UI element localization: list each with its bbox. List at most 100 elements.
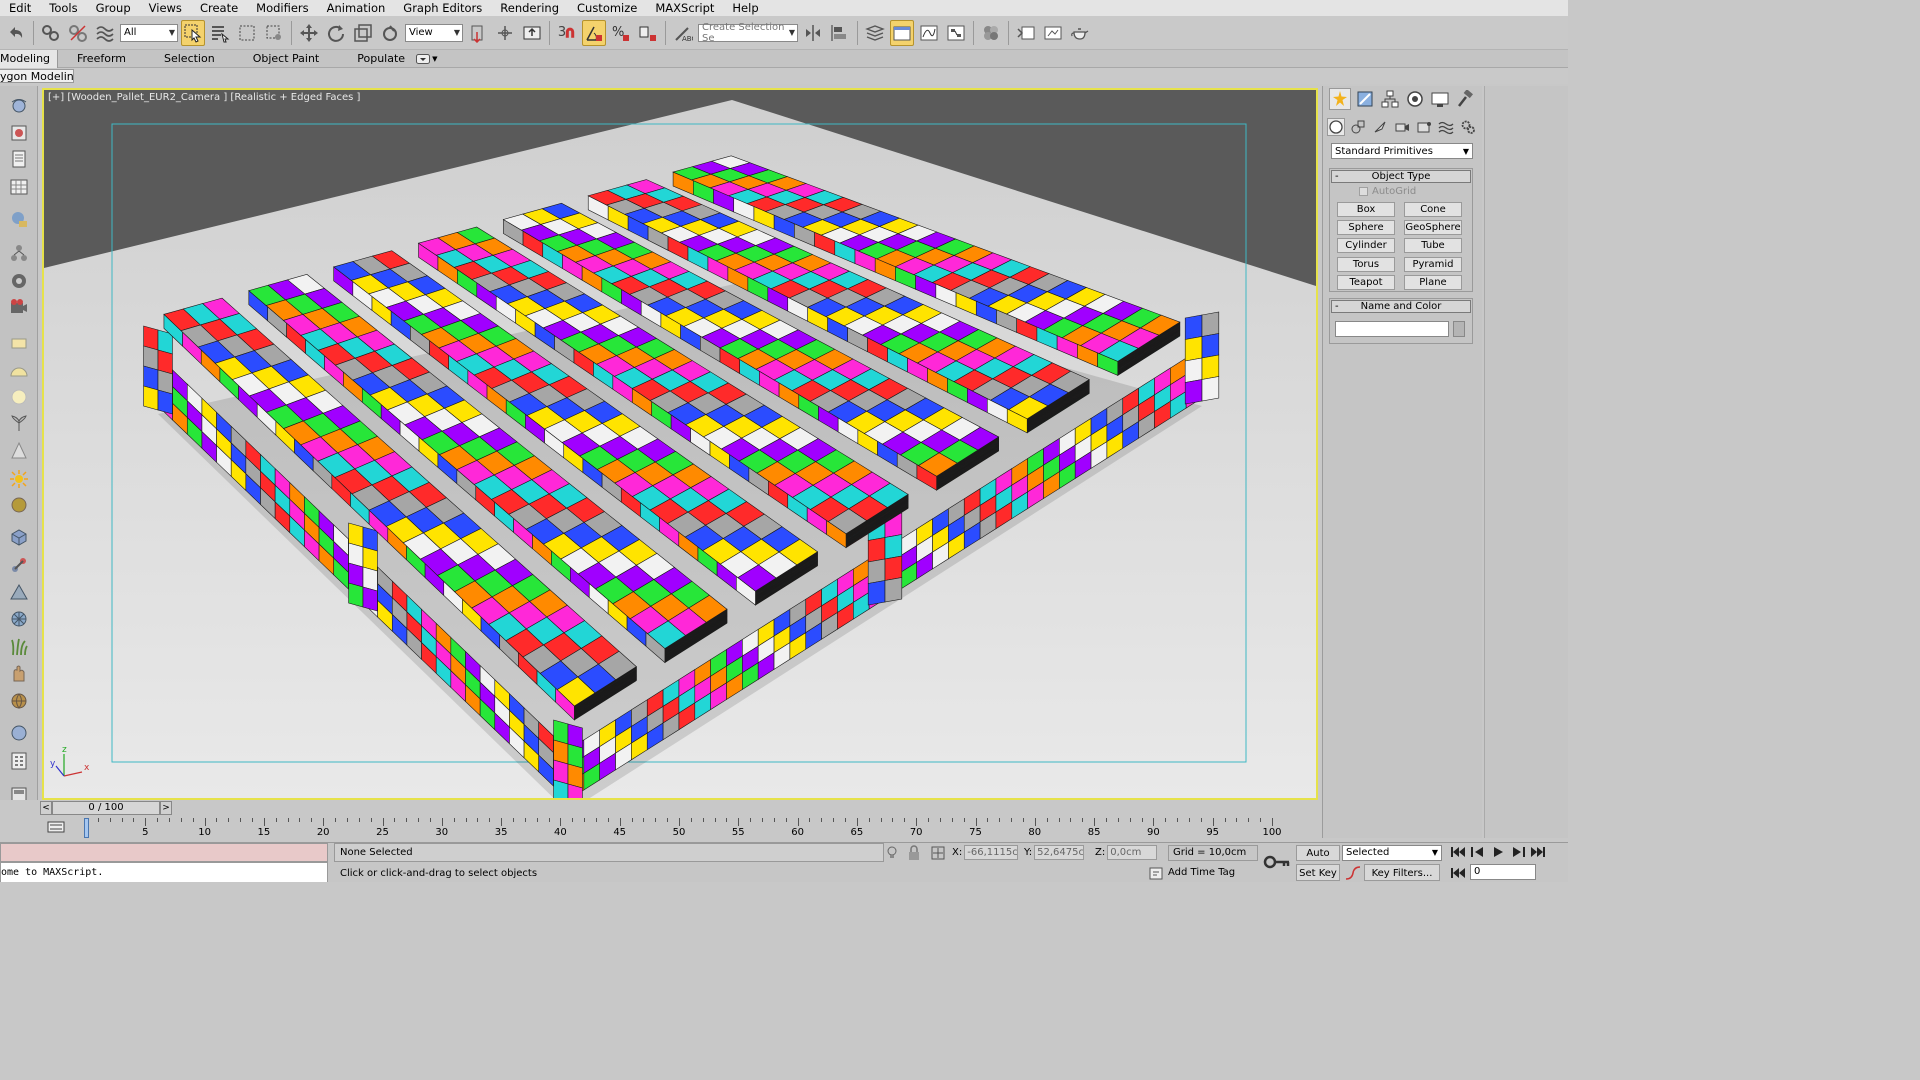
tab-motion[interactable]	[1404, 88, 1426, 110]
left-tool-19[interactable]	[8, 608, 30, 630]
left-tool-2[interactable]	[8, 122, 30, 144]
track-bar-toggle-button[interactable]	[46, 820, 66, 834]
rectangular-selection-button[interactable]	[235, 20, 259, 46]
left-tool-14[interactable]	[8, 468, 30, 490]
tab-freeform[interactable]: Freeform	[58, 50, 145, 68]
maxscript-listener-output[interactable]: ome to MAXScript.	[0, 862, 328, 882]
left-tool-13[interactable]	[8, 440, 30, 462]
object-color-swatch[interactable]	[1453, 321, 1465, 337]
cone-button[interactable]: Cone	[1404, 202, 1462, 217]
keyboard-shortcut-button[interactable]	[520, 20, 544, 46]
next-frame-button[interactable]	[1510, 846, 1526, 861]
play-button[interactable]	[1490, 846, 1506, 861]
viewport-label[interactable]: [+] [Wooden_Pallet_EUR2_Camera ] [Realis…	[48, 92, 360, 103]
tab-create[interactable]	[1329, 88, 1351, 110]
auto-key-button[interactable]: Auto Key	[1296, 845, 1340, 875]
tab-utilities[interactable]	[1454, 88, 1476, 110]
spinner-snap-button[interactable]	[636, 20, 660, 46]
angle-snap-button[interactable]	[582, 19, 606, 46]
shapes-category[interactable]	[1349, 118, 1367, 136]
cameras-category[interactable]	[1393, 118, 1411, 136]
select-manipulate-button[interactable]	[493, 20, 517, 46]
go-to-start-button[interactable]	[1450, 846, 1466, 861]
tab-selection[interactable]: Selection	[145, 50, 234, 68]
maxscript-listener-input[interactable]	[0, 843, 328, 862]
scale-button[interactable]	[351, 20, 375, 46]
torus-button[interactable]: Torus	[1337, 257, 1395, 272]
left-tool-15[interactable]	[8, 494, 30, 516]
tab-modify[interactable]	[1354, 88, 1376, 110]
key-selection-dropdown[interactable]: Selected ▼	[1342, 845, 1442, 861]
camera-viewport[interactable]: x z y [+] [Wooden_Pallet_EUR2_Camera ] […	[42, 88, 1318, 800]
add-time-tag[interactable]: Add Time Tag	[1168, 865, 1235, 881]
set-key-button[interactable]	[1262, 847, 1292, 877]
menu-edit[interactable]: Edit	[0, 0, 40, 16]
left-tool-9[interactable]	[8, 332, 30, 354]
percent-snap-button[interactable]: %	[609, 20, 633, 46]
tube-button[interactable]: Tube	[1404, 238, 1462, 253]
menu-rendering[interactable]: Rendering	[491, 0, 568, 16]
ribbon-options-button[interactable]: ▼	[416, 53, 437, 64]
edit-named-selection-button[interactable]: ABC	[671, 20, 695, 46]
left-tool-22[interactable]	[8, 690, 30, 712]
time-tag-button[interactable]	[1148, 865, 1164, 881]
menu-modifiers[interactable]: Modifiers	[247, 0, 318, 16]
select-object-button[interactable]	[181, 19, 205, 46]
set-key-mode-button[interactable]: Set Key	[1296, 864, 1340, 881]
move-button[interactable]	[297, 20, 321, 46]
menu-customize[interactable]: Customize	[568, 0, 646, 16]
object-name-input[interactable]	[1335, 321, 1449, 337]
render-production-button[interactable]	[1068, 20, 1092, 46]
time-cursor[interactable]	[84, 818, 89, 838]
menu-animation[interactable]: Animation	[318, 0, 395, 16]
tab-display[interactable]	[1429, 88, 1451, 110]
menu-graph-editors[interactable]: Graph Editors	[394, 0, 491, 16]
left-tool-8[interactable]	[8, 296, 30, 318]
selection-filter-dropdown[interactable]: All ▼	[120, 23, 178, 42]
tab-hierarchy[interactable]	[1379, 88, 1401, 110]
place-button[interactable]	[378, 20, 402, 46]
plane-button[interactable]: Plane	[1404, 275, 1462, 290]
named-selection-set-dropdown[interactable]: Create Selection Se ▼	[698, 22, 798, 44]
scene-explorer-button[interactable]	[890, 19, 914, 46]
left-tool-7[interactable]	[8, 270, 30, 292]
go-to-end-button[interactable]	[1530, 846, 1546, 861]
object-type-header[interactable]: - Object Type	[1331, 170, 1471, 183]
x-coordinate-field[interactable]: -66,1115cr	[964, 845, 1019, 860]
cylinder-button[interactable]: Cylinder	[1337, 238, 1395, 253]
previous-frame-button[interactable]	[1470, 846, 1486, 861]
track-bar[interactable]: 5 10 15 20 25 30 35 40 45 50 55 60 65 70 75 80 85 90 95 100	[0, 816, 1322, 842]
polygon-modeling-panel[interactable]: ygon Modeling	[0, 69, 74, 83]
selection-lock-button[interactable]	[906, 845, 922, 861]
select-by-name-button[interactable]	[208, 20, 232, 46]
tab-object-paint[interactable]: Object Paint	[234, 50, 339, 68]
undo-button[interactable]	[4, 20, 28, 46]
tab-modeling[interactable]: Modeling	[0, 49, 58, 68]
bind-spacewarp-button[interactable]	[93, 20, 117, 46]
autogrid-checkbox[interactable]: AutoGrid	[1359, 186, 1416, 197]
left-tool-5[interactable]	[8, 208, 30, 230]
left-tool-20[interactable]	[8, 636, 30, 658]
left-tool-23[interactable]	[8, 722, 30, 744]
default-tangents-button[interactable]	[1344, 865, 1362, 881]
box-button[interactable]: Box	[1337, 202, 1395, 217]
systems-category[interactable]	[1459, 118, 1477, 136]
layer-manager-button[interactable]	[863, 20, 887, 46]
spacewarps-category[interactable]	[1437, 118, 1455, 136]
left-tool-3[interactable]	[8, 148, 30, 170]
absolute-mode-button[interactable]	[930, 845, 946, 861]
curve-editor-button[interactable]	[917, 20, 941, 46]
left-tool-4[interactable]	[8, 176, 30, 198]
teapot-button[interactable]: Teapot	[1337, 275, 1395, 290]
tab-populate[interactable]: Populate	[338, 50, 424, 68]
left-tool-18[interactable]	[8, 582, 30, 604]
reference-coord-dropdown[interactable]: View ▼	[405, 23, 463, 42]
schematic-view-button[interactable]	[944, 20, 968, 46]
select-and-link-button[interactable]	[39, 20, 63, 46]
unlink-button[interactable]	[66, 20, 90, 46]
menu-group[interactable]: Group	[87, 0, 140, 16]
menu-maxscript[interactable]: MAXScript	[646, 0, 723, 16]
current-frame-field[interactable]: 0	[1470, 864, 1536, 880]
snaps-toggle-button[interactable]: 3	[555, 20, 579, 46]
geometry-category[interactable]	[1327, 118, 1345, 136]
